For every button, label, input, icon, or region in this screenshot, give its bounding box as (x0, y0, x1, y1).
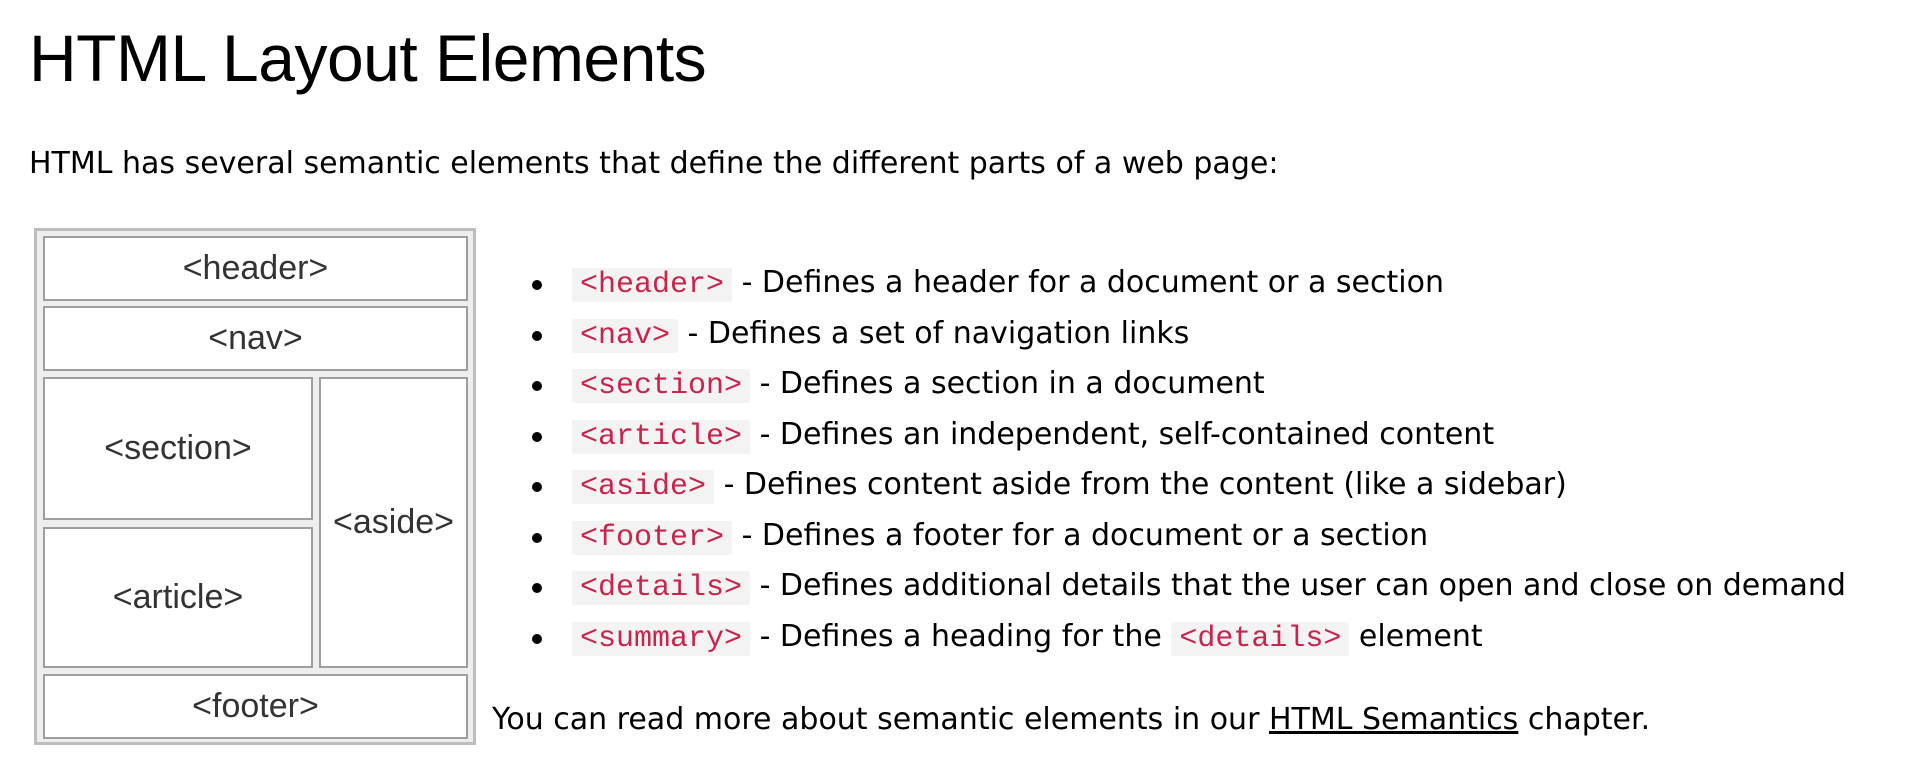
element-description: - Defines a header for a document or a s… (732, 265, 1444, 300)
diagram-nav-box: <nav> (43, 306, 468, 371)
footnote-text-end: chapter. (1518, 702, 1651, 737)
element-tag: <section> (572, 369, 751, 403)
element-description: - Defines additional details that the us… (750, 568, 1846, 603)
diagram-section-box: <section> (43, 377, 313, 520)
element-description: - Defines a heading for the (750, 618, 1172, 654)
element-tag: <footer> (572, 520, 733, 555)
footnote: You can read more about semantic element… (492, 700, 1650, 740)
element-description-end: element (1349, 618, 1483, 654)
diagram-header-box: <header> (43, 236, 468, 301)
diagram-footer-box: <footer> (43, 674, 468, 739)
bullet-icon (532, 532, 542, 543)
bullet-icon (532, 482, 542, 492)
bullet-icon (532, 330, 542, 341)
list-item: <aside> - Defines content aside from the… (512, 460, 1846, 511)
bullet-icon (532, 280, 542, 290)
element-tag: <details> (572, 571, 751, 605)
element-tag-inline: <details> (1171, 621, 1350, 656)
element-description: - Defines a section in a document (750, 366, 1265, 401)
page-title: HTML Layout Elements (29, 21, 707, 95)
html-semantics-link[interactable]: HTML Semantics (1269, 702, 1518, 737)
diagram-article-box: <article> (43, 527, 313, 668)
list-item: <header> - Defines a header for a docume… (512, 258, 1846, 309)
list-item: <nav> - Defines a set of navigation link… (512, 309, 1846, 360)
elements-list: <header> - Defines a header for a docume… (512, 258, 1846, 662)
layout-diagram: <header> <nav> <section> <article> <asid… (34, 228, 476, 745)
element-tag: <nav> (572, 318, 679, 353)
element-description: - Defines a footer for a document or a s… (732, 517, 1429, 553)
element-description: - Defines an independent, self-contained… (750, 416, 1495, 452)
intro-text: HTML has several semantic elements that … (29, 146, 1279, 181)
element-tag: <summary> (572, 621, 751, 656)
bullet-icon (532, 431, 542, 442)
element-tag: <aside> (572, 470, 715, 504)
list-item: <summary> - Defines a heading for the <d… (512, 612, 1846, 663)
element-description: - Defines content aside from the content… (714, 467, 1567, 502)
bullet-icon (532, 583, 542, 593)
list-item: <article> - Defines an independent, self… (512, 410, 1846, 461)
list-item: <section> - Defines a section in a docum… (512, 359, 1846, 410)
element-tag: <header> (572, 268, 733, 302)
element-tag: <article> (572, 419, 751, 454)
list-item: <footer> - Defines a footer for a docume… (512, 511, 1846, 562)
footnote-text: You can read more about semantic element… (492, 702, 1269, 737)
element-description: - Defines a set of navigation links (678, 315, 1190, 351)
bullet-icon (532, 381, 542, 391)
list-item: <details> - Defines additional details t… (512, 561, 1846, 612)
diagram-aside-box: <aside> (319, 377, 468, 668)
bullet-icon (532, 633, 542, 644)
